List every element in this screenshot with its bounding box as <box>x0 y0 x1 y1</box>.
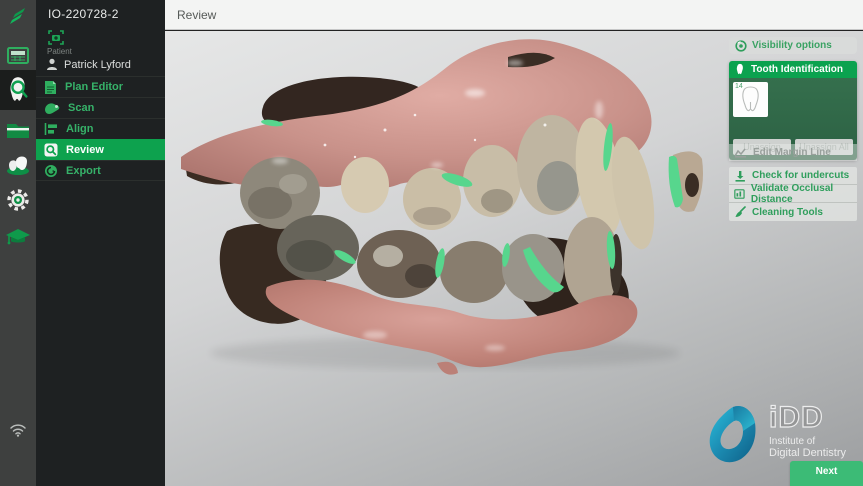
menu-item-scan[interactable]: Scan <box>36 97 165 118</box>
magnifier-icon <box>44 143 58 157</box>
tool-label: Cleaning Tools <box>752 207 823 218</box>
tooth-identification-title: Tooth Identification <box>751 64 843 75</box>
case-sidebar: IO-220728-2 Patient Patrick Lyford Plan … <box>36 0 165 486</box>
idd-name-line2: Digital Dentistry <box>769 447 846 459</box>
scanner-icon <box>44 101 60 115</box>
screenshot-icon[interactable] <box>46 28 66 46</box>
broom-icon <box>734 206 746 218</box>
undercuts-icon <box>734 170 746 182</box>
tooth-thumbnail[interactable]: 14 <box>733 82 768 117</box>
menu-label: Export <box>66 165 101 177</box>
app-rail <box>0 0 36 486</box>
menu-item-align[interactable]: Align <box>36 118 165 139</box>
menu-item-plan-editor[interactable]: Plan Editor <box>36 76 165 97</box>
menu-item-review[interactable]: Review <box>36 139 165 160</box>
3d-viewport[interactable]: Visibility options Tooth Identification … <box>165 31 863 486</box>
monitor-icon[interactable] <box>0 38 36 74</box>
patient-row: Patrick Lyford <box>46 58 131 71</box>
folder-icon[interactable] <box>0 112 36 148</box>
visibility-options-label: Visibility options <box>752 40 832 51</box>
patient-name: Patrick Lyford <box>64 59 131 71</box>
app-window: IO-220728-2 Patient Patrick Lyford Plan … <box>0 0 863 486</box>
next-button[interactable]: Next <box>790 461 863 486</box>
idd-logo-icon <box>703 403 767 469</box>
tools-group: Check for undercuts Validate Occlusal Di… <box>729 167 857 221</box>
idd-acronym: iDD <box>769 401 846 435</box>
tooth-icon <box>734 63 746 76</box>
topbar: Review <box>165 0 863 30</box>
menu-label: Scan <box>68 102 94 114</box>
margin-line-icon <box>734 147 747 158</box>
teeth-icon[interactable] <box>0 146 36 182</box>
validate-occlusal-distance-button[interactable]: Validate Occlusal Distance <box>729 185 857 203</box>
gear-icon[interactable] <box>0 182 36 218</box>
tooth-outline-icon <box>733 82 768 117</box>
align-icon <box>44 122 58 136</box>
edit-margin-line-button[interactable]: Edit Margin Line <box>729 144 857 161</box>
edit-margin-line-label: Edit Margin Line <box>753 147 831 158</box>
patient-label: Patient <box>47 47 72 56</box>
tool-label: Validate Occlusal Distance <box>751 183 857 205</box>
cleaning-tools-button[interactable]: Cleaning Tools <box>729 203 857 221</box>
3d-dental-scan[interactable] <box>175 35 711 375</box>
wifi-icon <box>0 412 36 448</box>
export-icon <box>44 164 58 178</box>
medit-logo-icon <box>0 0 36 36</box>
graduation-cap-icon[interactable] <box>0 219 36 255</box>
workflow-menu: Plan Editor Scan Align Review Export <box>36 76 165 181</box>
page-title: Review <box>177 8 216 22</box>
tooth-search-icon[interactable] <box>0 70 36 110</box>
document-icon <box>44 80 57 95</box>
occlusal-distance-icon <box>734 188 745 200</box>
tooth-identification-header: Tooth Identification <box>729 61 857 78</box>
menu-item-export[interactable]: Export <box>36 160 165 181</box>
menu-label: Align <box>66 123 94 135</box>
menu-label: Plan Editor <box>65 81 123 93</box>
case-id: IO-220728-2 <box>48 7 119 21</box>
menu-label: Review <box>66 144 104 156</box>
tool-label: Check for undercuts <box>752 170 849 181</box>
visibility-options-button[interactable]: Visibility options <box>729 37 857 54</box>
visibility-icon <box>735 40 747 52</box>
idd-name-line1: Institute of <box>769 436 846 447</box>
person-icon <box>46 58 58 71</box>
